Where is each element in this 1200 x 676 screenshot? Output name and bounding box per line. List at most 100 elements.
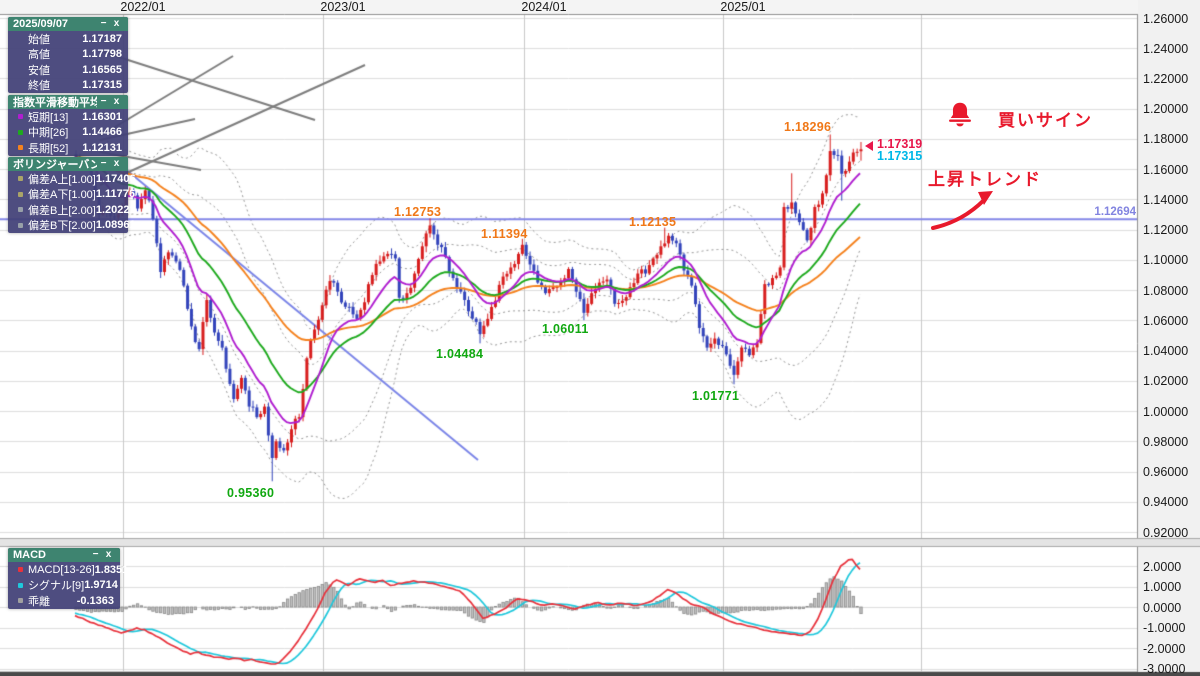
buy-signal-label: 買いサイン <box>998 111 1093 130</box>
panel-title: ボリンジャーバンド <box>13 159 97 171</box>
time-axis-tick: 2025/01 <box>720 0 766 14</box>
panel-row: 偏差B上[2.00] 1.20221 <box>8 202 136 218</box>
panel-minimize-button[interactable]: − <box>97 17 110 31</box>
panel-close-button[interactable]: x <box>102 548 115 562</box>
time-axis-tick: 2024/01 <box>521 0 567 14</box>
panel-row-value: 1.12131 <box>82 141 122 154</box>
panel-row-value: 1.17187 <box>82 32 122 45</box>
info-panel-ema[interactable]: 指数平滑移動平均 − x 短期[13] 1.16301 中期[26] 1.14466 長期[5… <box>8 95 128 156</box>
series-color-dot-icon <box>18 191 23 197</box>
panel-row: 中期[26] 1.14466 <box>8 125 128 141</box>
panel-row: 偏差B下[2.00] 1.08961 <box>8 218 136 234</box>
panel-row-label: 乖離 <box>28 595 50 608</box>
panel-minimize-button[interactable]: − <box>97 157 110 171</box>
panel-row-value: 1.20221 <box>95 203 136 216</box>
price-axis-tick: 0.96000 <box>1143 465 1189 480</box>
panel-minimize-button[interactable]: − <box>89 548 102 562</box>
macd-axis-tick: -1.0000 <box>1143 621 1186 635</box>
swing-low-label: 1.06011 <box>542 322 589 336</box>
last-price-marker-icon <box>865 141 873 151</box>
panel-minimize-button[interactable]: − <box>97 95 110 109</box>
panel-row-value: 1.16301 <box>82 110 122 123</box>
price-axis-tick: 1.14000 <box>1143 192 1189 207</box>
price-axis-tick: 0.98000 <box>1143 434 1189 449</box>
series-color-dot-icon <box>18 176 23 182</box>
macd-axis-tick: -2.0000 <box>1143 641 1186 656</box>
series-color-dot-icon <box>18 207 23 213</box>
series-color-dot-icon <box>18 114 23 120</box>
swing-high-label: 1.18296 <box>784 120 832 134</box>
panel-row: MACD[13-26] 1.8351 <box>8 562 128 578</box>
panel-row: シグナル[9] 1.9714 <box>8 578 120 594</box>
panel-close-button[interactable]: x <box>110 17 123 31</box>
price-axis-tick: 1.10000 <box>1143 253 1189 268</box>
panel-row: 長期[52] 1.12131 <box>8 140 128 156</box>
panel-row-label: 偏差A下[1.00] <box>28 189 96 202</box>
panel-close-button[interactable]: x <box>110 95 123 109</box>
info-panel-ohlc[interactable]: 2025/09/07 − x 始値 1.17187 高値 1.17798 安値 1.16565 終… <box>8 17 128 93</box>
panel-row-value: 1.17315 <box>82 79 122 92</box>
price-axis-tick: 1.04000 <box>1143 344 1189 359</box>
panel-row: 終値 1.17315 <box>8 78 128 94</box>
hline-price-label: 1.12694 <box>1094 206 1136 218</box>
price-axis-tick: 1.18000 <box>1143 132 1189 147</box>
series-color-dot-icon <box>18 222 23 228</box>
series-color-dot-icon <box>18 145 23 151</box>
price-axis-tick: 1.24000 <box>1143 41 1189 56</box>
price-axis-tick: 0.94000 <box>1143 495 1189 510</box>
macd-axis-tick: 2.0000 <box>1143 559 1182 574</box>
panel-row-label: 偏差B上[2.00] <box>28 204 96 217</box>
macd-axis-tick: -3.0000 <box>1143 662 1186 676</box>
panel-row-label: 偏差B下[2.00] <box>28 220 96 233</box>
panel-row-label: 高値 <box>28 49 50 62</box>
panel-row: 偏差A上[1.00] 1.17406 <box>8 171 136 187</box>
panel-row-value: -0.1363 <box>76 594 114 607</box>
panel-row-label: 偏差A上[1.00] <box>28 173 96 186</box>
panel-row-value: 1.14466 <box>82 126 122 139</box>
series-color-dot-icon <box>18 129 23 135</box>
fx-chart-app: 1.26000 1.24000 1.22000 1.20000 1.18000 1.160… <box>0 0 1200 676</box>
panel-row-label: 終値 <box>28 80 50 93</box>
panel-row: 高値 1.17798 <box>8 47 128 63</box>
panel-close-button[interactable]: x <box>110 157 123 171</box>
panel-row-value: 1.08961 <box>95 219 136 232</box>
price-axis-tick: 1.08000 <box>1143 283 1189 298</box>
panel-row: 短期[13] 1.16301 <box>8 109 128 125</box>
panel-row-value: 1.17406 <box>95 172 136 185</box>
info-panel-macd[interactable]: MACD − x MACD[13-26] 1.8351 シグナル[9] 1.9714 乖離 -0… <box>8 548 128 609</box>
series-color-dot-icon <box>18 582 23 588</box>
price-axis-tick: 1.16000 <box>1143 162 1189 177</box>
panel-row-label: MACD[13-26] <box>28 563 95 576</box>
time-axis-tick: 2022/01 <box>120 0 166 14</box>
swing-high-label: 1.11394 <box>481 227 528 241</box>
price-axis-tick: 1.26000 <box>1143 11 1189 26</box>
price-axis-tick: 1.22000 <box>1143 71 1189 86</box>
price-axis-tick: 0.92000 <box>1143 525 1189 540</box>
panel-row: 偏差A下[1.00] 1.11776 <box>8 187 135 203</box>
macd-axis-tick: 1.0000 <box>1143 580 1182 594</box>
panel-row-label: 中期[26] <box>28 127 69 140</box>
time-axis-tick: 2023/01 <box>320 0 366 14</box>
panel-title: 2025/09/07 <box>13 18 69 30</box>
swing-high-label: 1.12753 <box>394 205 442 219</box>
panel-title: 指数平滑移動平均 <box>13 97 97 109</box>
panel-row-value: 1.11776 <box>95 188 136 201</box>
chart-canvas[interactable] <box>0 0 1200 676</box>
swing-low-label: 0.95360 <box>227 486 275 500</box>
panel-title: MACD <box>13 549 46 561</box>
price-axis-tick: 1.00000 <box>1143 404 1189 419</box>
swing-high-label: 1.12135 <box>629 215 677 229</box>
macd-axis-tick: 0.0000 <box>1143 600 1182 615</box>
info-panel-bollinger[interactable]: ボリンジャーバンド−x偏差A上[1.00]1.17406偏差A下[1.00]1.… <box>8 157 136 234</box>
panel-row: 始値 1.17187 <box>8 31 128 47</box>
panel-row-label: 始値 <box>28 33 50 46</box>
panel-row: 乖離 -0.1363 <box>8 593 120 609</box>
panel-row-value: 1.16565 <box>82 63 122 76</box>
panel-row-label: 短期[13] <box>28 111 69 124</box>
price-axis-tick: 1.20000 <box>1143 102 1189 117</box>
price-axis-tick: 1.06000 <box>1143 313 1189 328</box>
swing-low-label: 1.01771 <box>692 389 740 403</box>
panel-row-label: 長期[52] <box>28 142 69 155</box>
price-axis-tick: 1.12000 <box>1143 223 1189 238</box>
uptrend-arrow-icon <box>931 191 993 230</box>
